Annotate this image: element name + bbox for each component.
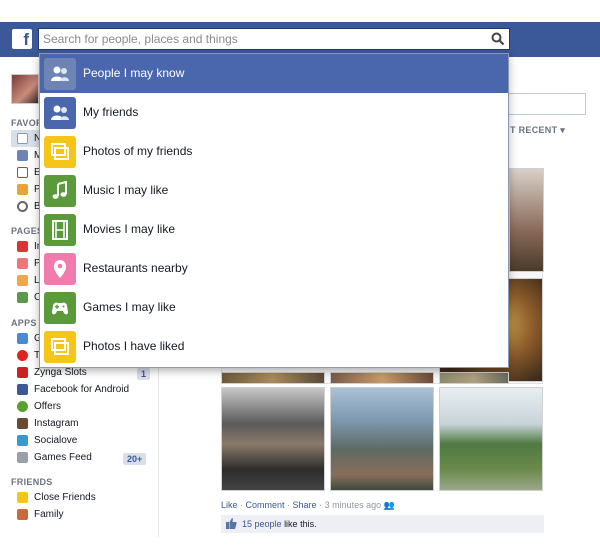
sidebar-item-label: Games Feed (34, 452, 92, 463)
games-feed-icon (17, 452, 28, 463)
suggestion-restaurants-nearby[interactable]: Restaurants nearby (40, 249, 508, 288)
zynga-slots-badge: 1 (137, 368, 151, 380)
sidebar-item-label: Offers (34, 401, 62, 412)
suggestion-label: Games I may like (83, 300, 176, 314)
android-icon (17, 384, 28, 395)
suggestion-label: Photos I have liked (83, 339, 185, 353)
suggestion-photos-i-have-liked[interactable]: Photos I have liked (40, 327, 508, 366)
film-icon (44, 214, 76, 246)
share-link[interactable]: Share (293, 500, 317, 510)
zynga-icon (17, 367, 28, 378)
map-pin-icon (44, 253, 76, 285)
friends-icon (44, 97, 76, 129)
suggestion-games-i-may-like[interactable]: Games I may like (40, 288, 508, 327)
thumbs-up-icon (226, 518, 237, 529)
instagram-icon (17, 418, 28, 429)
photo-thumbnail[interactable] (439, 372, 509, 384)
suggestion-photos-of-my-friends[interactable]: Photos of my friends (40, 132, 508, 171)
suggestion-label: Movies I may like (83, 222, 176, 236)
news-feed-icon (17, 133, 28, 144)
suggestion-label: Photos of my friends (83, 144, 193, 158)
like-link[interactable]: Like (221, 500, 238, 510)
sidebar-item-label: Close Friends (34, 492, 96, 503)
sidebar-item-label: Facebook for Android (34, 384, 130, 395)
app-icon (17, 333, 28, 344)
star-icon (17, 492, 28, 503)
sidebar-item-label: Family (34, 509, 64, 520)
events-icon (17, 167, 28, 178)
likes-suffix: like this. (284, 519, 317, 529)
photo-thumbnail[interactable] (221, 387, 325, 491)
photo-thumbnail[interactable] (439, 387, 543, 491)
suggestion-music-i-may-like[interactable]: Music I may like (40, 171, 508, 210)
suggestion-label: People I may know (83, 66, 185, 80)
people-icon (44, 58, 76, 90)
avatar[interactable] (11, 74, 39, 104)
page-icon (17, 275, 28, 286)
photos-icon (17, 184, 28, 195)
heart-icon (17, 350, 28, 361)
games-feed-badge: 20+ (123, 453, 147, 465)
offers-icon (17, 401, 28, 412)
suggestion-label: My friends (83, 105, 139, 119)
suggestion-movies-i-may-like[interactable]: Movies I may like (40, 210, 508, 249)
sidebar-item-label: Instagram (34, 418, 79, 429)
post-actions: Like · Comment · Share · 3 minutes ago 👥 (221, 500, 395, 510)
photos-icon (44, 136, 76, 168)
sidebar-item-label: Zynga Slots (34, 367, 87, 378)
page-icon (17, 241, 28, 252)
audience-icon[interactable]: 👥 (384, 500, 395, 510)
suggestion-label: Music I may like (83, 183, 169, 197)
photo-thumbnail[interactable] (509, 168, 544, 272)
messages-icon (17, 150, 28, 161)
page-icon (17, 258, 28, 269)
post-time[interactable]: 3 minutes ago (325, 500, 382, 510)
photos-icon (44, 331, 76, 363)
comment-link[interactable]: Comment (246, 500, 285, 510)
sort-label[interactable]: T RECENT ▾ (510, 125, 565, 136)
music-note-icon (44, 175, 76, 207)
socialove-icon (17, 435, 28, 446)
gamepad-icon (44, 292, 76, 324)
apps-header: APPS (11, 318, 37, 328)
likes-bar: 15 people like this. (221, 515, 544, 533)
search-icon[interactable] (491, 32, 505, 46)
search-suggestions-dropdown: People I may know My friends Photos of m… (39, 53, 509, 368)
likes-count-link[interactable]: 15 people (242, 519, 282, 529)
suggestion-people-i-may-know[interactable]: People I may know (40, 54, 508, 93)
search-icon (17, 201, 28, 212)
suggestion-my-friends[interactable]: My friends (40, 93, 508, 132)
house-icon (17, 509, 28, 520)
photo-thumbnail[interactable] (221, 372, 325, 384)
photo-thumbnail[interactable] (330, 387, 434, 491)
photo-thumbnail[interactable] (330, 372, 434, 384)
page-icon (17, 292, 28, 303)
sidebar-item-label: Socialove (34, 435, 78, 446)
friends-header: FRIENDS (11, 477, 53, 487)
suggestion-label: Restaurants nearby (83, 261, 188, 275)
